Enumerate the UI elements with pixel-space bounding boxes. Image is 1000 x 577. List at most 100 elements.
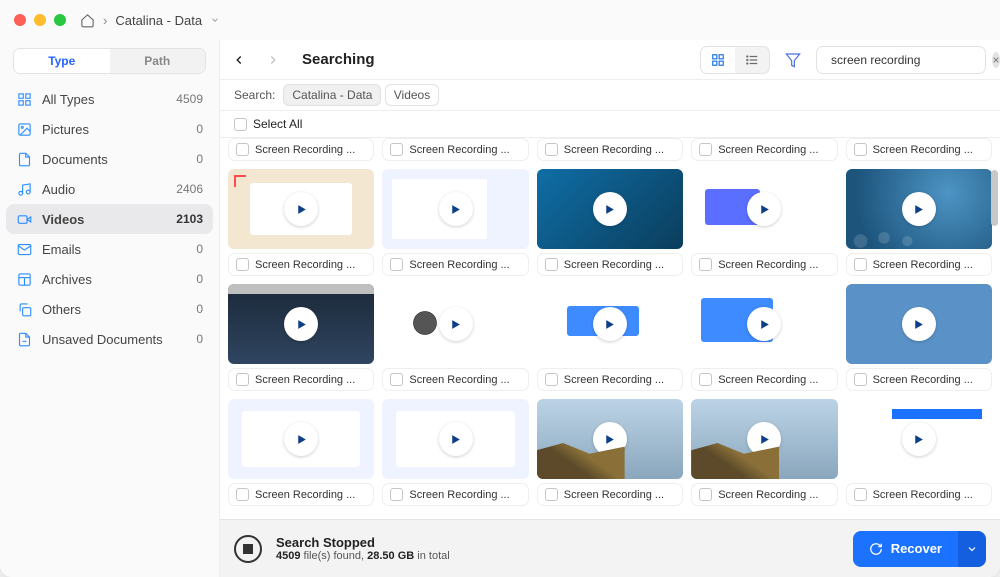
filter-chip[interactable]: Catalina - Data <box>283 84 381 106</box>
play-button[interactable] <box>439 192 473 226</box>
result-card[interactable]: Screen Recording ... <box>537 399 683 506</box>
result-checkbox[interactable] <box>699 488 712 501</box>
play-button[interactable] <box>593 192 627 226</box>
segment-type[interactable]: Type <box>14 49 110 73</box>
play-button[interactable] <box>284 307 318 341</box>
result-checkbox[interactable] <box>699 373 712 386</box>
sidebar-item-audio[interactable]: Audio2406 <box>6 174 213 204</box>
result-checkbox[interactable] <box>390 373 403 386</box>
video-thumbnail[interactable] <box>537 284 683 364</box>
result-checkbox[interactable] <box>545 143 558 156</box>
minimize-window-button[interactable] <box>34 14 46 26</box>
sidebar-item-pictures[interactable]: Pictures0 <box>6 114 213 144</box>
result-checkbox[interactable] <box>236 258 249 271</box>
video-thumbnail[interactable] <box>691 284 837 364</box>
result-card[interactable]: Screen Recording ... <box>846 138 992 161</box>
result-checkbox[interactable] <box>854 143 867 156</box>
breadcrumb[interactable]: › Catalina - Data <box>80 13 220 28</box>
play-button[interactable] <box>593 422 627 456</box>
play-button[interactable] <box>902 192 936 226</box>
result-card[interactable]: Screen Recording ... <box>228 399 374 506</box>
result-card[interactable]: Screen Recording ... <box>382 399 528 506</box>
results-scroll-area[interactable]: Screen Recording ...Screen Recording ...… <box>220 138 1000 519</box>
search-field[interactable] <box>816 46 986 74</box>
play-button[interactable] <box>747 422 781 456</box>
result-card[interactable]: Screen Recording ... <box>382 138 528 161</box>
result-card[interactable]: Screen Recording ... <box>537 169 683 276</box>
clear-search-button[interactable] <box>992 52 1000 68</box>
view-grid-button[interactable] <box>701 47 735 73</box>
play-button[interactable] <box>593 307 627 341</box>
select-all-checkbox[interactable] <box>234 118 247 131</box>
result-card[interactable]: Screen Recording ... <box>382 169 528 276</box>
result-card[interactable]: Screen Recording ... <box>691 399 837 506</box>
result-card[interactable]: Screen Recording ... <box>846 284 992 391</box>
result-checkbox[interactable] <box>699 258 712 271</box>
result-card[interactable]: Screen Recording ... <box>228 169 374 276</box>
video-thumbnail[interactable] <box>382 399 528 479</box>
sidebar-item-videos[interactable]: Videos2103 <box>6 204 213 234</box>
result-checkbox[interactable] <box>854 373 867 386</box>
result-checkbox[interactable] <box>545 488 558 501</box>
nav-forward-button[interactable] <box>260 47 286 73</box>
video-thumbnail[interactable] <box>691 169 837 249</box>
filter-button[interactable] <box>778 46 808 74</box>
video-thumbnail[interactable] <box>846 399 992 479</box>
video-thumbnail[interactable] <box>382 284 528 364</box>
sidebar-item-docs[interactable]: Documents0 <box>6 144 213 174</box>
result-checkbox[interactable] <box>545 258 558 271</box>
filter-chip[interactable]: Videos <box>385 84 439 106</box>
video-thumbnail[interactable] <box>228 399 374 479</box>
play-button[interactable] <box>439 307 473 341</box>
video-thumbnail[interactable] <box>537 169 683 249</box>
recover-menu-button[interactable] <box>958 531 986 567</box>
segment-path[interactable]: Path <box>110 49 206 73</box>
result-checkbox[interactable] <box>854 258 867 271</box>
search-input[interactable] <box>831 53 986 67</box>
play-button[interactable] <box>902 307 936 341</box>
play-button[interactable] <box>284 422 318 456</box>
play-button[interactable] <box>284 192 318 226</box>
video-thumbnail[interactable] <box>382 169 528 249</box>
view-list-button[interactable] <box>735 47 769 73</box>
result-card[interactable]: Screen Recording ... <box>691 138 837 161</box>
sidebar-item-others[interactable]: Others0 <box>6 294 213 324</box>
nav-back-button[interactable] <box>226 47 252 73</box>
play-button[interactable] <box>439 422 473 456</box>
video-thumbnail[interactable] <box>228 284 374 364</box>
result-card[interactable]: Screen Recording ... <box>691 284 837 391</box>
result-card[interactable]: Screen Recording ... <box>228 284 374 391</box>
result-card[interactable]: Screen Recording ... <box>537 138 683 161</box>
result-card[interactable]: Screen Recording ... <box>691 169 837 276</box>
result-checkbox[interactable] <box>390 488 403 501</box>
result-checkbox[interactable] <box>699 143 712 156</box>
sidebar-item-unsaved[interactable]: Unsaved Documents0 <box>6 324 213 354</box>
result-checkbox[interactable] <box>236 143 249 156</box>
sidebar-item-all[interactable]: All Types4509 <box>6 84 213 114</box>
result-card[interactable]: Screen Recording ... <box>846 169 992 276</box>
result-checkbox[interactable] <box>236 488 249 501</box>
video-thumbnail[interactable] <box>846 284 992 364</box>
sidebar-item-emails[interactable]: Emails0 <box>6 234 213 264</box>
video-thumbnail[interactable] <box>691 399 837 479</box>
recover-button[interactable]: Recover <box>853 531 958 567</box>
result-card[interactable]: Screen Recording ... <box>846 399 992 506</box>
result-checkbox[interactable] <box>390 143 403 156</box>
result-checkbox[interactable] <box>854 488 867 501</box>
result-checkbox[interactable] <box>390 258 403 271</box>
video-thumbnail[interactable] <box>537 399 683 479</box>
video-thumbnail[interactable] <box>228 169 374 249</box>
close-window-button[interactable] <box>14 14 26 26</box>
stop-search-button[interactable] <box>234 535 262 563</box>
result-card[interactable]: Screen Recording ... <box>228 138 374 161</box>
scrollbar-thumb[interactable] <box>991 170 998 226</box>
play-button[interactable] <box>747 307 781 341</box>
play-button[interactable] <box>747 192 781 226</box>
maximize-window-button[interactable] <box>54 14 66 26</box>
select-all-row[interactable]: Select All <box>220 111 1000 138</box>
result-checkbox[interactable] <box>236 373 249 386</box>
result-card[interactable]: Screen Recording ... <box>382 284 528 391</box>
result-checkbox[interactable] <box>545 373 558 386</box>
play-button[interactable] <box>902 422 936 456</box>
result-card[interactable]: Screen Recording ... <box>537 284 683 391</box>
